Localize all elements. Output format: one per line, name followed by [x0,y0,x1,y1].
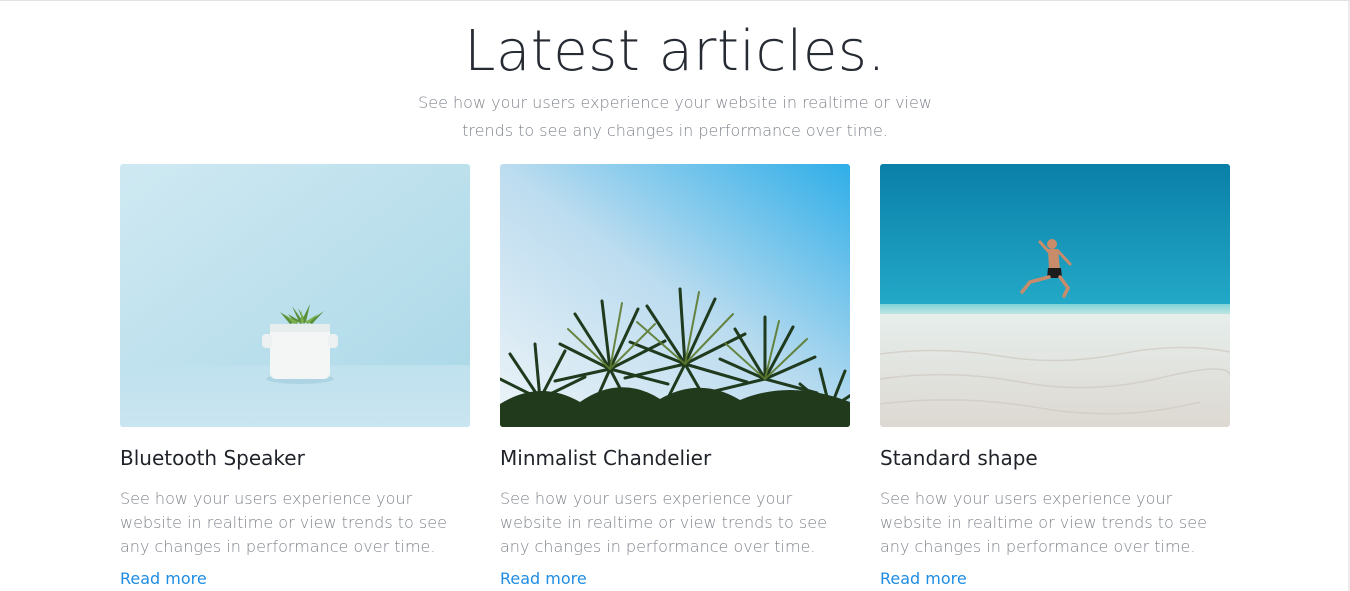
article-image-beach[interactable] [880,164,1230,427]
latest-articles-section: Latest articles. See how your users expe… [0,0,1350,591]
read-more-link[interactable]: Read more [880,567,967,591]
article-title[interactable]: Bluetooth Speaker [120,443,470,473]
article-card: Minmalist Chandelier See how your users … [500,164,850,591]
article-card: Bluetooth Speaker See how your users exp… [120,164,470,591]
article-image-succulent[interactable] [120,164,470,427]
article-excerpt: See how your users experience your websi… [120,489,447,556]
article-image-palm-trees[interactable] [500,164,850,427]
article-excerpt: See how your users experience your websi… [500,489,827,556]
article-title[interactable]: Minmalist Chandelier [500,443,850,473]
read-more-link[interactable]: Read more [120,567,207,591]
section-title: Latest articles. [464,19,886,84]
article-title[interactable]: Standard shape [880,443,1230,473]
article-excerpt: See how your users experience your websi… [880,489,1207,556]
article-card: Standard shape See how your users experi… [880,164,1230,591]
section-subtitle: See how your users experience your websi… [418,93,932,140]
article-grid: Bluetooth Speaker See how your users exp… [120,164,1230,591]
read-more-link[interactable]: Read more [500,567,587,591]
